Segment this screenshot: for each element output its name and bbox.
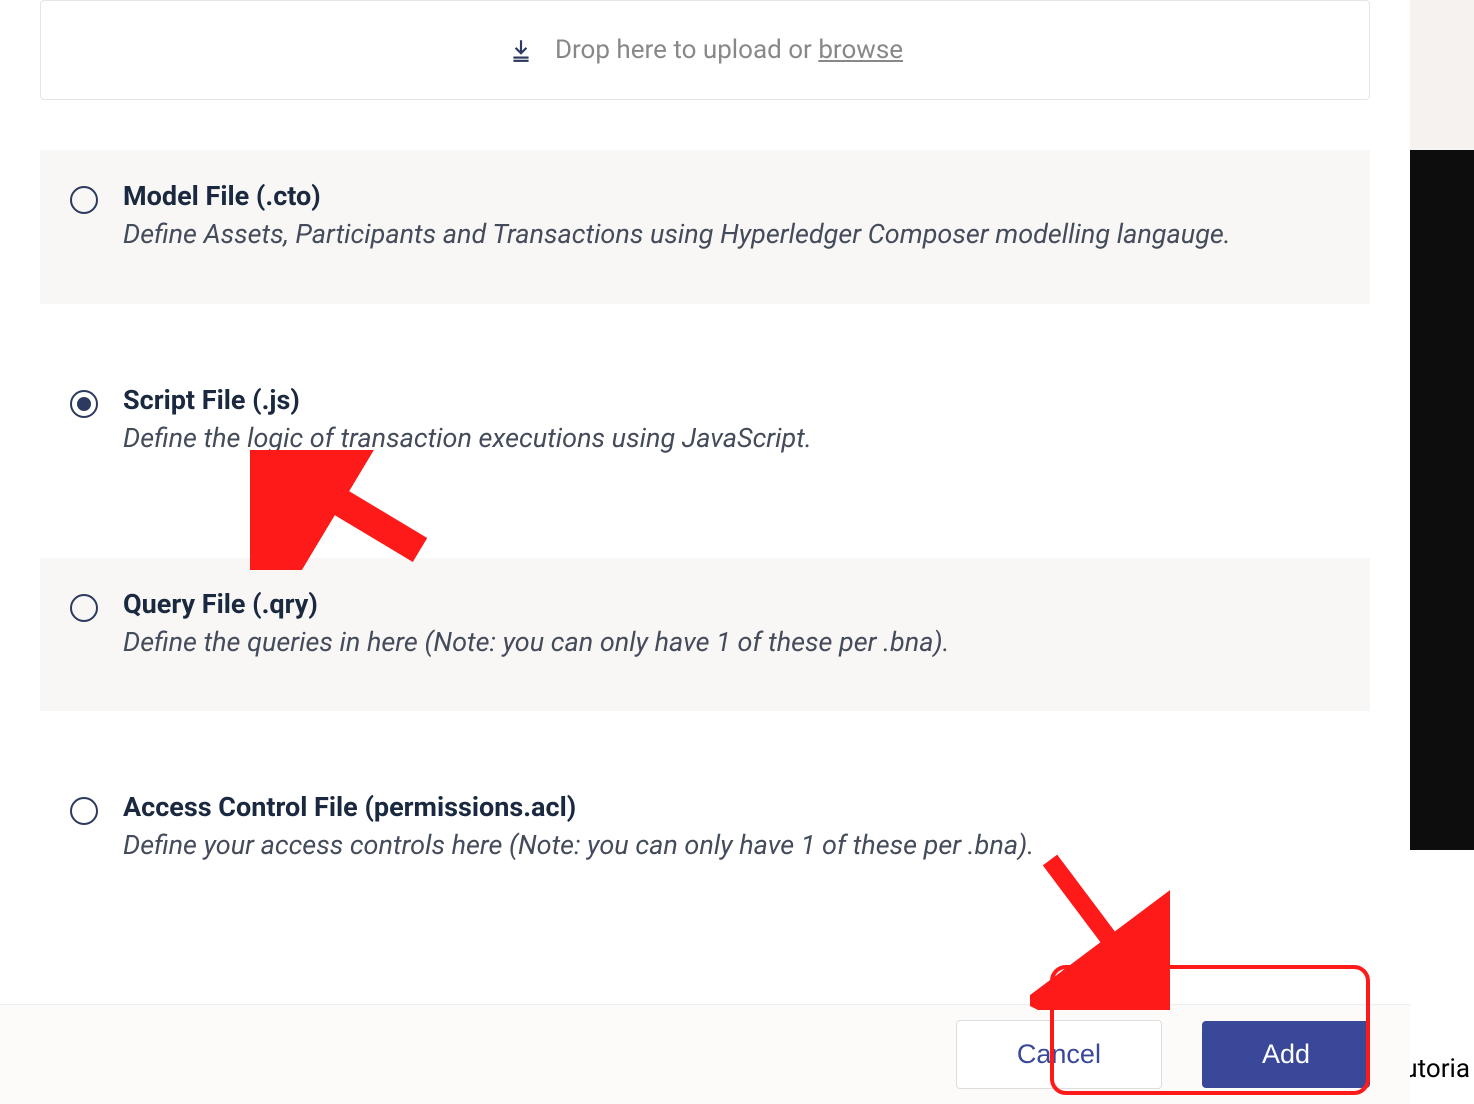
option-text: Query File (.qry) Define the queries in … bbox=[123, 588, 1340, 662]
option-title: Access Control File (permissions.acl) bbox=[123, 791, 1340, 823]
option-title: Script File (.js) bbox=[123, 384, 1340, 416]
modal-content: Drop here to upload or browse Model File… bbox=[0, 0, 1410, 915]
option-query-file[interactable]: Query File (.qry) Define the queries in … bbox=[40, 558, 1370, 712]
option-acl-file[interactable]: Access Control File (permissions.acl) De… bbox=[40, 761, 1370, 915]
upload-text: Drop here to upload or browse bbox=[555, 35, 903, 65]
radio-query-file[interactable] bbox=[70, 594, 98, 622]
option-text: Model File (.cto) Define Assets, Partici… bbox=[123, 180, 1340, 254]
add-file-modal: Drop here to upload or browse Model File… bbox=[0, 0, 1410, 1104]
radio-acl-file[interactable] bbox=[70, 797, 98, 825]
upload-dropzone[interactable]: Drop here to upload or browse bbox=[40, 0, 1370, 100]
option-description: Define the logic of transaction executio… bbox=[123, 420, 1340, 458]
option-description: Define Assets, Participants and Transact… bbox=[123, 216, 1340, 254]
upload-text-prefix: Drop here to upload or bbox=[555, 35, 818, 65]
option-text: Script File (.js) Define the logic of tr… bbox=[123, 384, 1340, 458]
option-title: Model File (.cto) bbox=[123, 180, 1340, 212]
option-title: Query File (.qry) bbox=[123, 588, 1340, 620]
bg-dark-strip bbox=[1410, 150, 1474, 850]
add-button[interactable]: Add bbox=[1202, 1021, 1370, 1088]
download-icon bbox=[507, 36, 535, 64]
option-description: Define the queries in here (Note: you ca… bbox=[123, 624, 1340, 662]
radio-model-file[interactable] bbox=[70, 186, 98, 214]
option-description: Define your access controls here (Note: … bbox=[123, 827, 1340, 865]
bg-strip-top bbox=[1410, 0, 1474, 150]
option-script-file[interactable]: Script File (.js) Define the logic of tr… bbox=[40, 354, 1370, 508]
radio-script-file[interactable] bbox=[70, 390, 98, 418]
option-text: Access Control File (permissions.acl) De… bbox=[123, 791, 1340, 865]
cancel-button[interactable]: Cancel bbox=[956, 1020, 1162, 1089]
option-model-file[interactable]: Model File (.cto) Define Assets, Partici… bbox=[40, 150, 1370, 304]
bg-partial-text: utoria bbox=[1399, 1054, 1474, 1084]
modal-footer: Cancel Add bbox=[0, 1004, 1410, 1104]
browse-link[interactable]: browse bbox=[818, 35, 903, 65]
